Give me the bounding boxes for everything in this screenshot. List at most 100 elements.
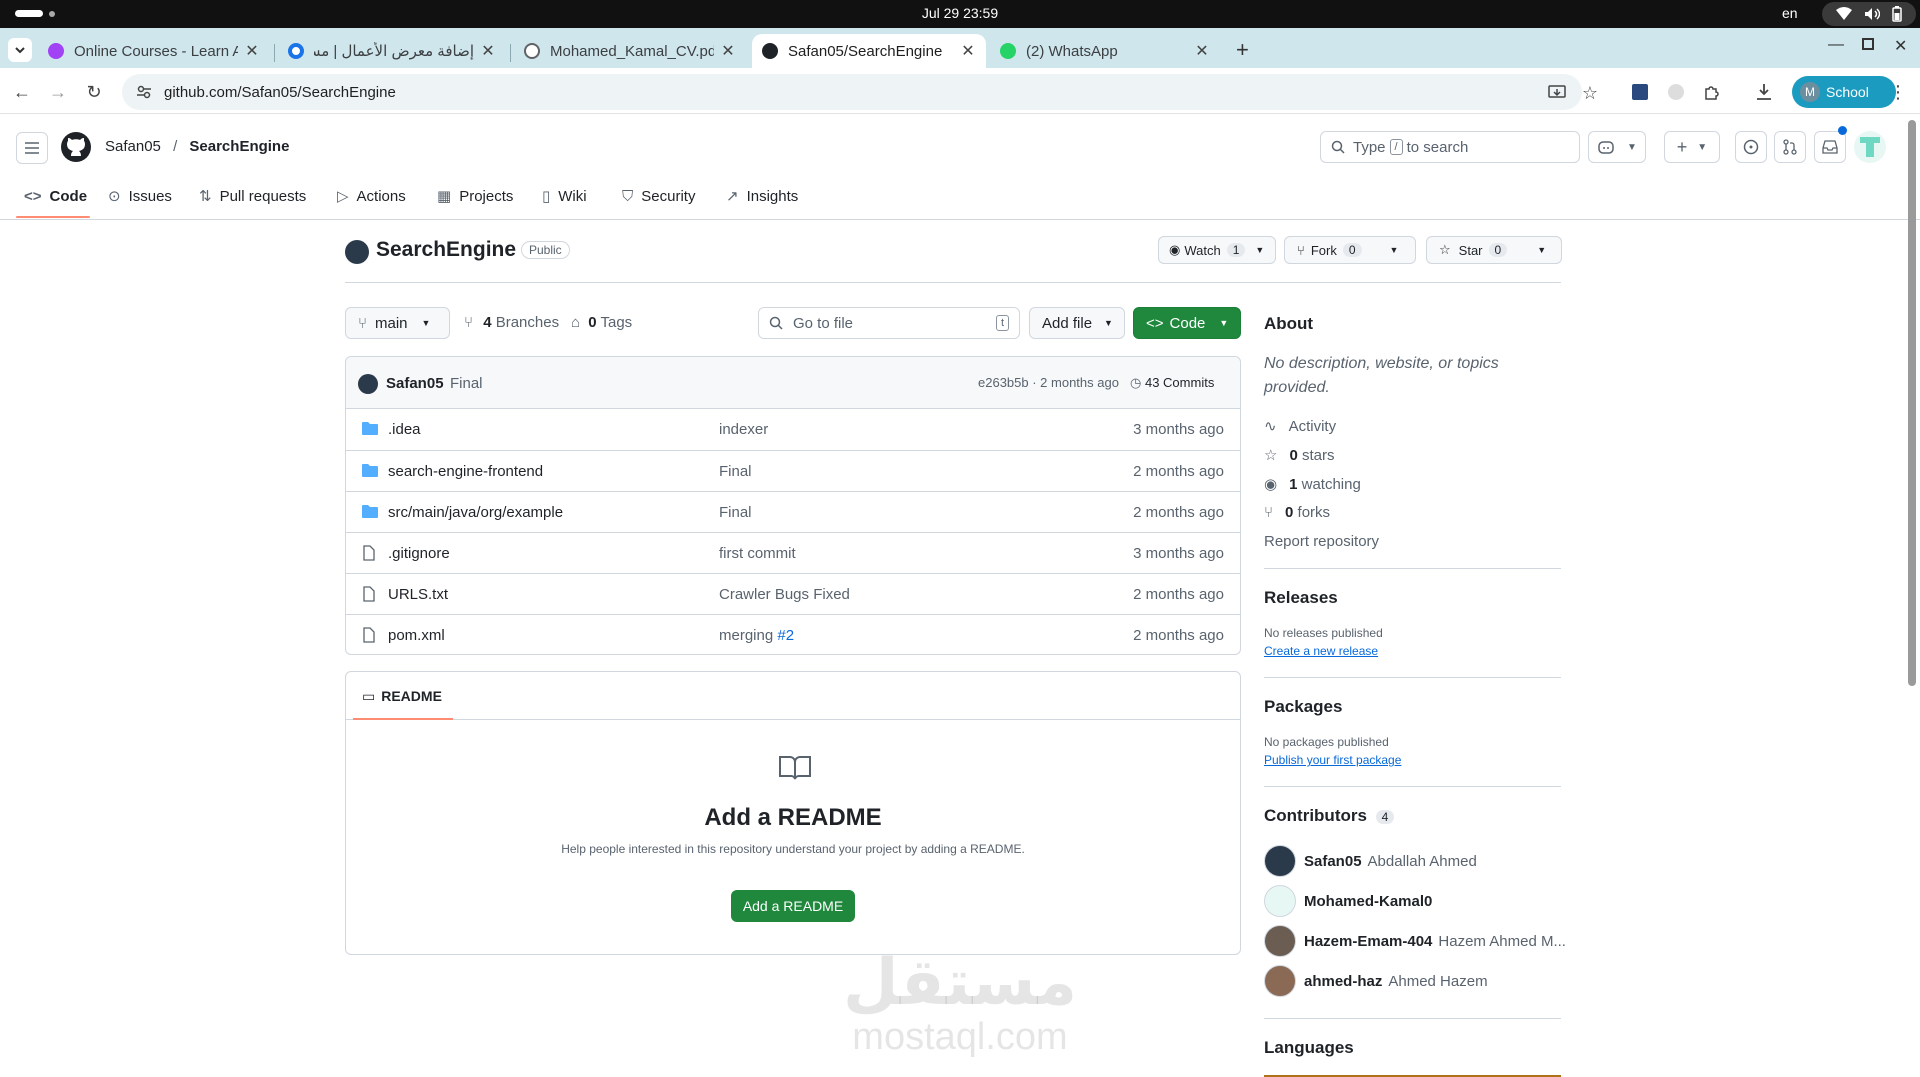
extensions-puzzle-icon[interactable] (1700, 80, 1724, 104)
repo-owner-avatar[interactable] (345, 240, 369, 264)
file-row[interactable]: .idea indexer 3 months ago (346, 409, 1240, 450)
keyboard-language[interactable]: en (1782, 5, 1798, 21)
tab-actions[interactable]: ▷ Actions (337, 183, 406, 209)
file-commit-message[interactable]: indexer (719, 421, 768, 438)
file-commit-text[interactable]: merging (719, 627, 773, 644)
system-status-menu[interactable] (1822, 2, 1916, 26)
os-clock[interactable]: Jul 29 23:59 (0, 5, 1920, 21)
file-row[interactable]: pom.xml merging #2 2 months ago (346, 614, 1240, 655)
create-release-link[interactable]: Create a new release (1264, 644, 1378, 658)
install-app-icon[interactable] (1545, 81, 1569, 105)
commit-message[interactable]: Final (450, 375, 483, 392)
menu-button[interactable] (16, 132, 48, 164)
branches-link[interactable]: ⑂ 4 Branches (464, 314, 559, 331)
tab-issues[interactable]: ⊙ Issues (108, 183, 172, 209)
tab-wiki[interactable]: ▯ Wiki (542, 183, 587, 209)
file-name[interactable]: pom.xml (388, 627, 445, 644)
close-tab-icon[interactable]: ✕ (480, 41, 496, 61)
avatar[interactable] (1854, 131, 1886, 163)
copilot-button[interactable]: ▼ (1588, 131, 1646, 163)
fork-button[interactable]: ⑂ Fork 0 ▼ (1284, 236, 1416, 264)
close-tab-icon[interactable]: ✕ (720, 41, 736, 61)
new-tab-icon[interactable]: + (1236, 37, 1249, 63)
contributor-login[interactable]: ahmed-haz (1304, 973, 1382, 990)
packages-heading[interactable]: Packages (1264, 697, 1342, 717)
file-name[interactable]: search-engine-frontend (388, 463, 543, 480)
file-commit-message[interactable]: Final (719, 504, 752, 521)
file-row[interactable]: src/main/java/org/example Final 2 months a… (346, 491, 1240, 532)
contributor-item[interactable]: Hazem-Emam-404 Hazem Ahmed M... (1264, 925, 1566, 957)
extension-icon[interactable] (1628, 80, 1652, 104)
branch-selector[interactable]: ⑂ main ▼ (345, 307, 450, 339)
avatar[interactable] (1264, 845, 1296, 877)
close-tab-icon[interactable]: ✕ (244, 41, 260, 61)
commit-hash-time[interactable]: e263b5b · 2 months ago (978, 375, 1119, 390)
forward-icon[interactable]: → (46, 80, 70, 104)
file-commit-message[interactable]: Final (719, 463, 752, 480)
tab-search-button[interactable] (8, 38, 32, 62)
file-commit-text[interactable]: Crawler Bugs Fixed (719, 586, 850, 603)
browser-tab-courses[interactable]: Online Courses - Learn A ✕ (38, 34, 270, 68)
add-readme-button[interactable]: Add a README (731, 890, 855, 922)
releases-heading[interactable]: Releases (1264, 588, 1338, 608)
file-commit-message[interactable]: merging #2 (719, 627, 794, 644)
close-tab-icon[interactable]: ✕ (1194, 41, 1210, 61)
avatar[interactable] (1264, 885, 1296, 917)
bookmark-star-icon[interactable]: ☆ (1578, 81, 1602, 105)
tab-insights[interactable]: ↗ Insights (726, 183, 798, 209)
extension-icon[interactable] (1664, 80, 1688, 104)
publish-package-link[interactable]: Publish your first package (1264, 753, 1401, 767)
create-new-button[interactable]: + ▼ (1664, 131, 1720, 163)
browser-tab-mostaql[interactable]: إضافة معرض الأعمال | مس ✕ (278, 34, 506, 68)
avatar[interactable] (1264, 965, 1296, 997)
notifications-button[interactable] (1814, 131, 1846, 163)
file-commit-message[interactable]: first commit (719, 545, 796, 562)
avatar[interactable] (1264, 925, 1296, 957)
minimize-window-icon[interactable]: — (1828, 36, 1844, 54)
tags-link[interactable]: ⌂ 0 Tags (571, 314, 632, 331)
go-to-file-input[interactable]: Go to file t (758, 307, 1020, 339)
contributor-item[interactable]: Safan05 Abdallah Ahmed (1264, 845, 1477, 877)
close-tab-icon[interactable]: ✕ (960, 41, 976, 61)
maximize-window-icon[interactable] (1862, 38, 1874, 50)
contributor-item[interactable]: Mohamed-Kamal0 (1264, 885, 1438, 917)
file-name[interactable]: .gitignore (388, 545, 450, 562)
github-logo-icon[interactable] (60, 131, 92, 163)
file-commit-message[interactable]: Crawler Bugs Fixed (719, 586, 850, 603)
star-button[interactable]: ☆ Star 0 ▼ (1426, 236, 1562, 264)
browser-tab-whatsapp[interactable]: (2) WhatsApp ✕ (990, 34, 1220, 68)
contributor-login[interactable]: Mohamed-Kamal0 (1304, 893, 1432, 910)
download-icon[interactable] (1752, 80, 1776, 104)
watching-link[interactable]: ◉ 1 watching (1264, 475, 1361, 493)
breadcrumb-repo[interactable]: SearchEngine (189, 138, 289, 155)
search-input[interactable]: Type / to search (1320, 131, 1580, 163)
issues-button[interactable] (1735, 131, 1767, 163)
file-name[interactable]: .idea (388, 421, 421, 438)
file-row[interactable]: search-engine-frontend Final 2 months ago (346, 450, 1240, 491)
forks-link[interactable]: ⑂ 0 forks (1264, 504, 1330, 521)
profile-button[interactable]: M School (1792, 76, 1896, 108)
tab-projects[interactable]: ▦ Projects (437, 183, 513, 209)
stars-link[interactable]: ☆ 0 stars (1264, 446, 1334, 464)
browser-tab-github[interactable]: Safan05/SearchEngine ✕ (752, 34, 986, 68)
repo-name[interactable]: SearchEngine (376, 238, 516, 262)
contributor-login[interactable]: Safan05 (1304, 853, 1362, 870)
add-file-button[interactable]: Add file ▼ (1029, 307, 1125, 339)
file-row[interactable]: .gitignore first commit 3 months ago (346, 532, 1240, 573)
tab-pull-requests[interactable]: ⇅ Pull requests (199, 183, 306, 209)
browser-tab-cv[interactable]: Mohamed_Kamal_CV.pdf ✕ (514, 34, 746, 68)
tab-security[interactable]: ⛉ Security (622, 183, 695, 209)
watch-button[interactable]: ◉ Watch 1 ▼ (1158, 236, 1276, 264)
page-scrollbar[interactable] (1908, 120, 1916, 686)
file-commit-text[interactable]: indexer (719, 421, 768, 438)
contributor-login[interactable]: Hazem-Emam-404 (1304, 933, 1432, 950)
close-window-icon[interactable]: ✕ (1894, 36, 1907, 56)
contributors-heading[interactable]: Contributors 4 (1264, 806, 1395, 826)
report-repository-link[interactable]: Report repository (1264, 533, 1379, 550)
commits-link[interactable]: ◷ 43 Commits (1130, 375, 1214, 391)
file-commit-text[interactable]: Final (719, 504, 752, 521)
breadcrumb-owner[interactable]: Safan05 (105, 138, 161, 155)
file-name[interactable]: URLS.txt (388, 586, 448, 603)
activity-link[interactable]: ∿ Activity (1264, 417, 1336, 435)
readme-tab[interactable]: ▭ README (362, 688, 442, 705)
